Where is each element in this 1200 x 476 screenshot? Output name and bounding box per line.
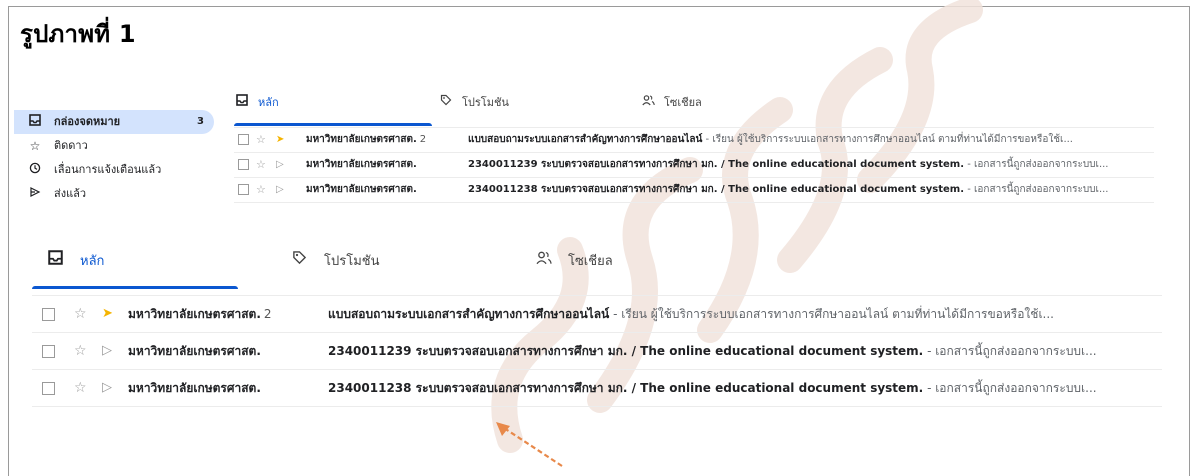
star-icon[interactable]: ☆: [74, 370, 87, 406]
tag-icon: [292, 248, 312, 272]
figure-title: รูปภาพที่ 1: [20, 20, 136, 48]
row-checkbox[interactable]: [238, 184, 249, 195]
star-icon: ☆: [29, 139, 41, 153]
sidebar-item-starred[interactable]: ☆ ติดดาว: [14, 134, 214, 158]
inbox-icon: [48, 248, 68, 272]
tab-primary[interactable]: หลัก: [236, 90, 279, 124]
star-icon[interactable]: ☆: [256, 178, 266, 202]
important-marker-icon[interactable]: ➤: [102, 296, 113, 332]
tab-label: โปรโมชัน: [324, 254, 380, 269]
inbox-icon: [236, 90, 252, 114]
sender: มหาวิทยาลัยเกษตรศาสต. 2: [128, 307, 272, 321]
tab-social[interactable]: โซเชียล: [642, 90, 702, 124]
row-checkbox[interactable]: [42, 308, 55, 321]
active-tab-indicator: [32, 286, 238, 289]
tag-icon: [440, 90, 456, 114]
tab-social[interactable]: โซเชียล: [536, 248, 613, 288]
snippet: - เอกสารนี้ถูกส่งออกจากระบบเ...: [964, 159, 1109, 170]
tab-primary[interactable]: หลัก: [48, 248, 104, 288]
subject: แบบสอบถามระบบเอกสารสำคัญทางการศึกษาออนไล…: [328, 307, 610, 321]
sidebar-item-label: ส่งแล้ว: [54, 187, 87, 200]
row-checkbox[interactable]: [238, 159, 249, 170]
active-tab-indicator: [234, 123, 432, 126]
snippet: - เรียน ผู้ใช้บริการระบบเอกสารทางการศึกษ…: [702, 134, 1073, 145]
table-row[interactable]: ☆ ▷ มหาวิทยาลัยเกษตรศาสต. 2340011238 ระบ…: [234, 177, 1154, 203]
subject: 2340011238 ระบบตรวจสอบเอกสารทางการศึกษา …: [468, 184, 965, 195]
sidebar-item-label: กล่องจดหมาย: [54, 115, 121, 128]
sidebar: กล่องจดหมาย 3 ☆ ติดดาว เลื่อนการแจ้งเตือ…: [14, 110, 214, 206]
tab-label: หลัก: [258, 96, 279, 109]
sender: มหาวิทยาลัยเกษตรศาสต. 2: [306, 134, 427, 145]
table-row[interactable]: ☆ ▷ มหาวิทยาลัยเกษตรศาสต. 2340011239 ระบ…: [234, 152, 1154, 178]
row-checkbox[interactable]: [42, 345, 55, 358]
thread-count: 2: [263, 307, 272, 321]
subject: แบบสอบถามระบบเอกสารสำคัญทางการศึกษาออนไล…: [468, 134, 703, 145]
category-tabs: หลัก โปรโมชัน โซเชียล: [234, 90, 1154, 126]
people-icon: [536, 248, 556, 272]
important-marker-icon[interactable]: ▷: [102, 370, 112, 406]
star-icon[interactable]: ☆: [74, 296, 87, 332]
message-preview: 2340011239 ระบบตรวจสอบเอกสารทางการศึกษา …: [468, 153, 1138, 177]
important-marker-icon[interactable]: ▷: [276, 178, 284, 202]
tab-promotions[interactable]: โปรโมชัน: [440, 90, 509, 124]
table-row[interactable]: ☆ ▷ มหาวิทยาลัยเกษตรศาสต. 2340011238 ระบ…: [32, 369, 1162, 407]
table-row[interactable]: ☆ ▷ มหาวิทยาลัยเกษตรศาสต. 2340011239 ระบ…: [32, 332, 1162, 370]
tab-label: หลัก: [80, 254, 105, 269]
table-row[interactable]: ☆ ➤ มหาวิทยาลัยเกษตรศาสต. 2 แบบสอบถามระบบ…: [234, 127, 1154, 153]
small-gmail-screenshot: กล่องจดหมาย 3 ☆ ติดดาว เลื่อนการแจ้งเตือ…: [14, 90, 1164, 230]
sender: มหาวิทยาลัยเกษตรศาสต.: [306, 159, 417, 170]
subject: 2340011239 ระบบตรวจสอบเอกสารทางการศึกษา …: [468, 159, 965, 170]
clock-icon: [28, 158, 42, 182]
people-icon: [642, 90, 658, 114]
sender: มหาวิทยาลัยเกษตรศาสต.: [306, 184, 417, 195]
message-preview: 2340011239 ระบบตรวจสอบเอกสารทางการศึกษา …: [328, 333, 1158, 369]
sender: มหาวิทยาลัยเกษตรศาสต.: [128, 344, 261, 358]
snippet: - เอกสารนี้ถูกส่งออกจากระบบเ...: [923, 381, 1097, 395]
important-marker-icon[interactable]: ▷: [102, 333, 112, 369]
sidebar-item-label: ติดดาว: [54, 139, 88, 152]
star-icon[interactable]: ☆: [74, 333, 87, 369]
send-icon: [28, 182, 42, 206]
message-preview: แบบสอบถามระบบเอกสารสำคัญทางการศึกษาออนไล…: [328, 296, 1158, 332]
tab-label: โซเชียล: [568, 254, 613, 269]
email-list: ☆ ➤ มหาวิทยาลัยเกษตรศาสต. 2 แบบสอบถามระบบ…: [234, 127, 1154, 203]
sidebar-item-inbox[interactable]: กล่องจดหมาย 3: [14, 110, 214, 134]
email-list: ☆ ➤ มหาวิทยาลัยเกษตรศาสต. 2 แบบสอบถามระบบ…: [32, 295, 1162, 407]
tab-label: โซเชียล: [664, 96, 702, 109]
unread-count: 3: [197, 116, 204, 127]
category-tabs: หลัก โปรโมชัน โซเชียล: [32, 240, 1162, 290]
sidebar-item-snoozed[interactable]: เลื่อนการแจ้งเตือนแล้ว: [14, 158, 214, 182]
sender: มหาวิทยาลัยเกษตรศาสต.: [128, 381, 261, 395]
row-checkbox[interactable]: [238, 134, 249, 145]
message-preview: แบบสอบถามระบบเอกสารสำคัญทางการศึกษาออนไล…: [468, 128, 1138, 152]
row-checkbox[interactable]: [42, 382, 55, 395]
message-preview: 2340011238 ระบบตรวจสอบเอกสารทางการศึกษา …: [468, 178, 1138, 202]
star-icon[interactable]: ☆: [256, 128, 266, 152]
tab-promotions[interactable]: โปรโมชัน: [292, 248, 379, 288]
snippet: - เรียน ผู้ใช้บริการระบบเอกสารทางการศึกษ…: [609, 307, 1054, 321]
important-marker-icon[interactable]: ➤: [276, 128, 284, 152]
snippet: - เอกสารนี้ถูกส่งออกจากระบบเ...: [964, 184, 1109, 195]
snippet: - เอกสารนี้ถูกส่งออกจากระบบเ...: [923, 344, 1097, 358]
sidebar-item-label: เลื่อนการแจ้งเตือนแล้ว: [54, 163, 162, 176]
tab-label: โปรโมชัน: [462, 96, 509, 109]
important-marker-icon[interactable]: ▷: [276, 153, 284, 177]
table-row[interactable]: ☆ ➤ มหาวิทยาลัยเกษตรศาสต. 2 แบบสอบถามระบบ…: [32, 295, 1162, 333]
large-gmail-screenshot: หลัก โปรโมชัน โซเชียล ☆ ➤ มหาวิทยาลัยเกษ…: [32, 240, 1162, 420]
message-preview: 2340011238 ระบบตรวจสอบเอกสารทางการศึกษา …: [328, 370, 1158, 406]
subject: 2340011239 ระบบตรวจสอบเอกสารทางการศึกษา …: [328, 344, 924, 358]
star-icon[interactable]: ☆: [256, 153, 266, 177]
inbox-icon: [28, 110, 42, 134]
thread-count: 2: [419, 134, 427, 145]
sidebar-item-sent[interactable]: ส่งแล้ว: [14, 182, 214, 206]
subject: 2340011238 ระบบตรวจสอบเอกสารทางการศึกษา …: [328, 381, 924, 395]
